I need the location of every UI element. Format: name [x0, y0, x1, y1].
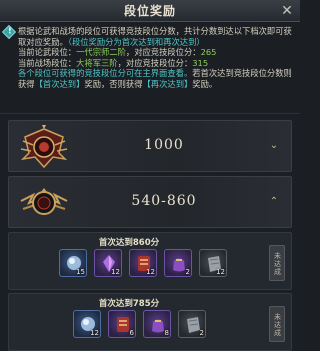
claim-button[interactable]: 未达成: [269, 306, 285, 342]
rules-note: （段位奖励分为首次达到和再次达到）: [67, 36, 205, 47]
red-scroll-icon[interactable]: 12: [129, 249, 157, 277]
divider: [0, 113, 300, 114]
lunwu-rank: 一代宗师二阶: [76, 47, 126, 58]
item-count: 12: [111, 268, 120, 276]
zhanchang-score-label: ，对应竞技段位分：: [117, 57, 193, 68]
reward-rule-hint: 各个段位可获得的竞技段位分可在主界面查看。: [18, 68, 193, 79]
zhanchang-label: 当前战场段位：: [18, 57, 77, 68]
rules-text: 根据论武和战场的段位可获得竞技段位分数，共计分数到达以下档次即可获取对应奖励。（…: [18, 26, 296, 47]
item-count: 2: [185, 268, 190, 276]
reward-rule-mid: 奖励，否则获得: [84, 78, 143, 89]
lunwu-label: 当前论武段位：: [18, 47, 77, 58]
stone-tablet-icon[interactable]: 12: [199, 249, 227, 277]
first-reach-tag: 【首次达到】: [34, 78, 85, 89]
item-count: 2: [199, 329, 204, 337]
spirit-orb-icon[interactable]: 12: [73, 310, 101, 338]
info-diamond-icon: [1, 24, 17, 40]
zhanchang-score: 315: [192, 57, 209, 68]
item-count: 15: [76, 268, 85, 276]
close-icon[interactable]: ✕: [278, 2, 296, 20]
reward-items: 12 6 8 2: [73, 310, 206, 338]
zhanchang-rank-line: 当前战场段位：大将军三阶，对应竞技段位分：315: [18, 58, 296, 69]
reward-rule-line: 各个段位可获得的竞技段位分可在主界面查看。若首次达到竞技段位分数则获得【首次达到…: [18, 68, 296, 89]
reward-box-860: 首次达到860分 15 12 12 2 12 未达成: [8, 232, 292, 290]
item-count: 12: [90, 329, 99, 337]
item-count: 12: [216, 268, 225, 276]
item-count: 12: [146, 268, 155, 276]
claim-button[interactable]: 未达成: [269, 245, 285, 281]
rules-description: 根据论武和战场的段位可获得竞技段位分数，共计分数到达以下档次即可获取对应奖励。（…: [1, 24, 296, 110]
item-count: 6: [129, 329, 134, 337]
chevron-down-icon[interactable]: ⌄: [267, 139, 281, 153]
red-wing-badge-icon: [20, 125, 68, 169]
reward-title: 首次达到785分: [98, 299, 160, 309]
rank-score: 1000: [144, 137, 184, 153]
stone-tablet-icon[interactable]: 2: [178, 310, 206, 338]
reward-items: 15 12 12 2 12: [59, 249, 227, 277]
gold-wing-badge-icon: [20, 188, 68, 215]
zhanchang-rank: 大将军三阶: [76, 57, 118, 68]
lunwu-score: 265: [200, 47, 217, 58]
item-count: 8: [164, 329, 169, 337]
red-scroll-icon[interactable]: 6: [108, 310, 136, 338]
lunwu-rank-line: 当前论武段位：一代宗师二阶，对应竞技段位分：265: [18, 47, 296, 58]
purple-pouch-icon[interactable]: 2: [164, 249, 192, 277]
purple-pouch-icon[interactable]: 8: [143, 310, 171, 338]
lunwu-score-label: ，对应竞技段位分：: [125, 47, 201, 58]
rank-row-540-860[interactable]: 540-860 ⌃: [8, 176, 292, 228]
chevron-up-icon[interactable]: ⌃: [267, 195, 281, 209]
reward-rule-end: 奖励。: [192, 78, 218, 89]
spirit-orb-icon[interactable]: 15: [59, 249, 87, 277]
page-title: 段位奖励: [123, 4, 176, 18]
purple-crystal-icon[interactable]: 12: [94, 249, 122, 277]
reward-title: 首次达到860分: [98, 238, 160, 248]
title-bar: 段位奖励 ✕: [0, 0, 300, 22]
again-reach-tag: 【再次达到】: [142, 78, 193, 89]
rank-score: 540-860: [131, 193, 197, 209]
reward-box-785: 首次达到785分 12 6 8 2 未达成: [8, 293, 292, 351]
rank-row-1000[interactable]: 1000 ⌄: [8, 120, 292, 172]
